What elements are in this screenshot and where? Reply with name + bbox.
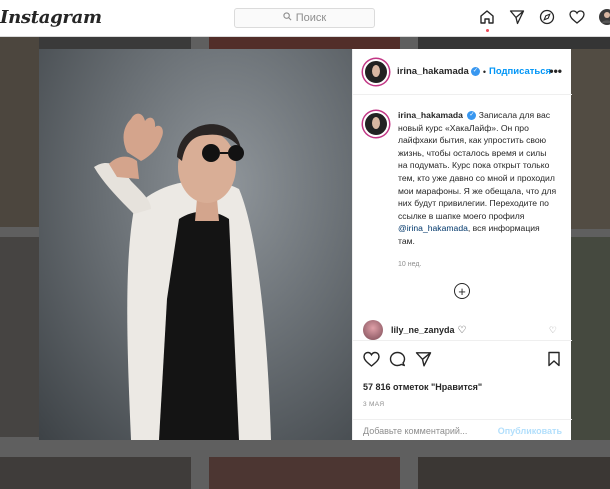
caption-author-avatar[interactable] [363,111,389,137]
post-modal: irina_hakamada ✓ • Подписаться ••• irina… [39,49,572,440]
header-separator: • [482,66,486,77]
post-header: irina_hakamada ✓ • Подписаться ••• [353,49,572,95]
caption-mention-link[interactable]: @irina_hakamada [398,223,468,233]
save-bookmark-icon[interactable] [547,351,561,372]
comment-bubble-icon[interactable] [389,351,406,372]
post-date[interactable]: 3 МАЯ [363,401,384,408]
caption-age[interactable]: 10 нед. [398,259,558,272]
author-username[interactable]: irina_hakamada [397,66,469,77]
author-avatar[interactable] [363,58,389,85]
search-placeholder: Поиск [295,12,327,24]
explore-icon[interactable] [538,8,556,26]
instagram-logo[interactable]: Instagram [0,7,102,28]
caption-username[interactable]: irina_hakamada [398,110,463,120]
verified-badge-icon: ✓ [467,111,477,121]
commenter-username[interactable]: lily_ne_zanyda [391,325,455,335]
nav-indicator-dot [486,29,489,32]
nav-icons [478,8,610,26]
profile-avatar[interactable] [598,8,610,26]
commenter-avatar[interactable] [363,320,383,340]
search-icon [283,12,292,24]
post-side-panel: irina_hakamada ✓ • Подписаться ••• irina… [352,49,572,440]
publish-button[interactable]: Опубликовать [498,426,562,436]
post-photo[interactable] [39,49,352,440]
likes-count[interactable]: 57 816 отметок "Нравится" [363,382,482,392]
verified-badge-icon: ✓ [470,67,480,76]
comment-like-heart-icon[interactable]: ♡ [549,325,557,336]
caption-text: Записала для вас новый курс «ХакаЛайф». … [398,110,557,221]
search-input[interactable]: Поиск [234,8,375,28]
post-caption: irina_hakamada ✓ Записала для вас новый … [363,109,563,271]
more-options-icon[interactable]: ••• [549,64,562,78]
top-navigation-bar: Instagram Поиск [0,0,610,37]
comment-item: lily_ne_zanyda ♡ ♡ [363,319,563,341]
caption-text-block: irina_hakamada ✓ Записала для вас новый … [398,109,558,271]
post-photo-illustration [94,113,271,440]
direct-icon[interactable] [508,8,526,26]
add-comment-bar: Добавьте комментарий... Опубликовать [353,419,572,441]
activity-heart-icon[interactable] [568,8,586,26]
add-comment-input[interactable]: Добавьте комментарий... [363,426,467,436]
follow-button[interactable]: Подписаться [489,66,551,77]
post-actions-section: 57 816 отметок "Нравится" 3 МАЯ Добавьте… [353,340,572,440]
home-icon[interactable] [478,8,496,26]
plus-circle-icon[interactable]: + [454,283,470,299]
comment-text: ♡ [457,324,467,336]
share-direct-icon[interactable] [415,351,432,372]
like-heart-icon[interactable] [363,351,380,372]
